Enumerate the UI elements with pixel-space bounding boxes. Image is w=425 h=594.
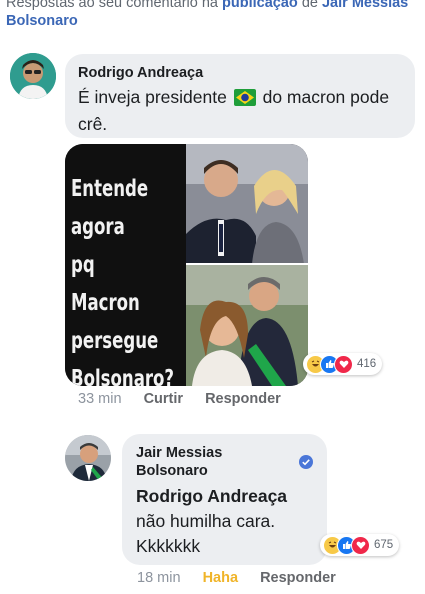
love-reaction-icon xyxy=(351,535,370,555)
comment-author[interactable]: Rodrigo Andreaça xyxy=(78,65,203,81)
reply-author[interactable]: Jair Messias Bolsonaro xyxy=(136,444,222,480)
comment-time[interactable]: 33 min xyxy=(78,391,122,407)
meme-line-4: persegue xyxy=(71,328,159,354)
comment-text-part1: É inveja presidente xyxy=(78,87,227,107)
comment-bubble: Rodrigo Andreaça É inveja presidente do … xyxy=(65,54,415,138)
reply-avatar[interactable] xyxy=(65,435,111,481)
comment-image[interactable]: Entende agora pq Macron persegue Bolsona… xyxy=(65,144,308,386)
reply-time[interactable]: 18 min xyxy=(137,570,181,586)
haha-reaction-button[interactable]: Haha xyxy=(203,570,238,586)
reply-reaction-summary[interactable]: 675 xyxy=(320,534,400,556)
comment-actions: 33 min Curtir Responder xyxy=(78,391,299,407)
like-button[interactable]: Curtir xyxy=(144,391,183,407)
meme-line-2: agora xyxy=(71,214,125,240)
love-reaction-icon xyxy=(334,354,353,374)
reply-author-line2: Bolsonaro xyxy=(136,463,208,479)
brazil-flag-icon xyxy=(233,88,256,112)
reply-button[interactable]: Responder xyxy=(205,391,281,407)
reply-author-line1: Jair Messias xyxy=(136,445,223,461)
meme-line-1: Entende xyxy=(71,176,149,202)
reply-button[interactable]: Responder xyxy=(260,570,336,586)
reply-bubble: Jair Messias Bolsonaro Rodrigo Andreaça … xyxy=(122,434,327,565)
reply-text-line1: não humilha cara. xyxy=(136,511,276,531)
reaction-count: 416 xyxy=(357,358,377,370)
comment-text: É inveja presidente do macron pode crê. xyxy=(78,85,408,136)
header-prefix: Respostas ao seu comentário na xyxy=(6,0,218,11)
header-mid: de xyxy=(301,0,318,11)
reply-reaction-count: 675 xyxy=(374,539,394,551)
reply-actions: 18 min Haha Responder xyxy=(137,570,354,586)
reaction-summary[interactable]: 416 xyxy=(303,353,383,375)
verified-badge-icon xyxy=(299,455,313,474)
meme-photos xyxy=(186,144,308,386)
reply-text-line2: Kkkkkkk xyxy=(136,536,201,556)
meme-line-5: Bolsonaro? xyxy=(71,366,175,386)
commenter-avatar[interactable] xyxy=(10,53,56,99)
reply-text: Rodrigo Andreaça não humilha cara. Kkkkk… xyxy=(136,484,321,559)
mention-link[interactable]: Rodrigo Andreaça xyxy=(136,484,321,509)
post-link[interactable]: publicação xyxy=(222,0,298,11)
notification-header: Respostas ao seu comentário na publicaçã… xyxy=(6,0,416,30)
meme-caption: Entende agora pq Macron persegue Bolsona… xyxy=(71,170,175,386)
meme-line-3: pq Macron xyxy=(71,252,140,316)
